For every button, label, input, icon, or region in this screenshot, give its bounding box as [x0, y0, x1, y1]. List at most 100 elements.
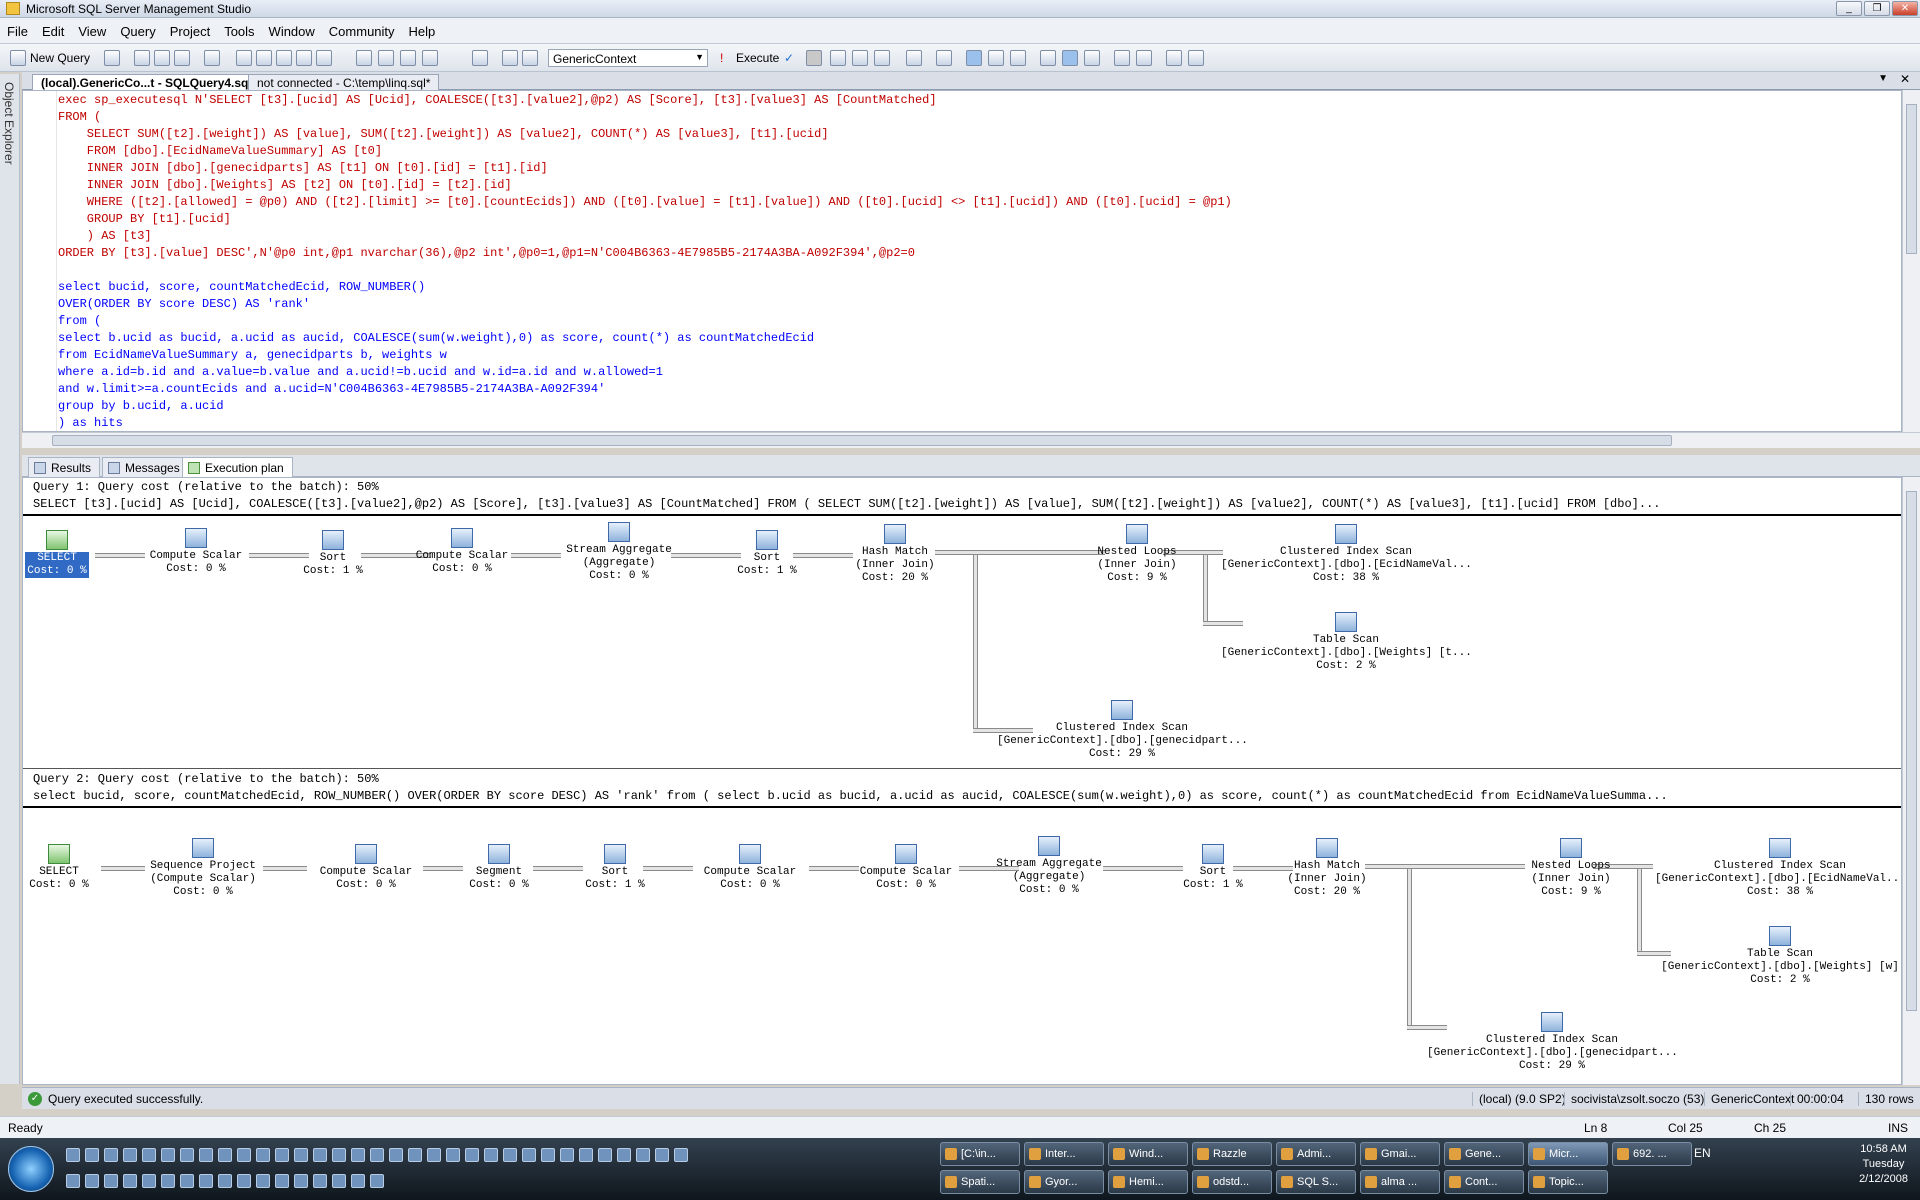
tab-execution-plan[interactable]: Execution plan: [182, 457, 293, 477]
quick-launch-icon[interactable]: [142, 1148, 156, 1162]
dmx-query-icon[interactable]: [174, 50, 190, 66]
quick-launch-icon[interactable]: [370, 1174, 384, 1188]
quick-launch-icon[interactable]: [313, 1174, 327, 1188]
quick-launch-icon[interactable]: [275, 1148, 289, 1162]
decrease-indent-icon[interactable]: [1136, 50, 1152, 66]
quick-launch-icon[interactable]: [237, 1148, 251, 1162]
parse-icon[interactable]: ✓: [784, 51, 794, 65]
quick-launch-icon[interactable]: [560, 1148, 574, 1162]
quick-launch-icon[interactable]: [123, 1148, 137, 1162]
quick-launch-icon[interactable]: [332, 1174, 346, 1188]
properties-icon[interactable]: [422, 50, 438, 66]
q2-node-nested-loops[interactable]: Nested Loops (Inner Join) Cost: 9 %: [1523, 838, 1619, 899]
menu-help[interactable]: Help: [402, 18, 443, 39]
save-all-icon[interactable]: [316, 50, 332, 66]
q1-node-clustered-index-scan[interactable]: Clustered Index Scan [GenericContext].[d…: [1221, 524, 1472, 585]
editor-horizontal-scrollbar[interactable]: [22, 432, 1920, 448]
plan-vertical-scrollbar[interactable]: [1902, 477, 1920, 1085]
quick-launch-icon[interactable]: [199, 1174, 213, 1188]
include-actual-plan-icon[interactable]: [966, 50, 982, 66]
menu-window[interactable]: Window: [262, 18, 322, 39]
taskbar-button[interactable]: SQL S...: [1276, 1170, 1356, 1194]
connect-icon[interactable]: [472, 50, 488, 66]
show-results-pane-icon[interactable]: [1062, 50, 1078, 66]
tab-messages[interactable]: Messages: [102, 457, 189, 477]
quick-launch-icon[interactable]: [123, 1174, 137, 1188]
uncomment-icon[interactable]: [1114, 50, 1130, 66]
object-explorer-sidebar[interactable]: Object Explorer: [0, 74, 20, 1084]
quick-launch-icon[interactable]: [636, 1148, 650, 1162]
q1-node-stream-aggregate[interactable]: Stream Aggregate (Aggregate) Cost: 0 %: [559, 522, 679, 583]
quick-launch-icon[interactable]: [351, 1148, 365, 1162]
editor-hscroll-thumb[interactable]: [52, 435, 1672, 446]
sql-editor[interactable]: exec sp_executesql N'SELECT [t3].[ucid] …: [22, 90, 1902, 432]
quick-launch-icon[interactable]: [294, 1148, 308, 1162]
minimize-button[interactable]: _: [1836, 1, 1862, 16]
taskbar-button[interactable]: Gyor...: [1024, 1170, 1104, 1194]
template-explorer-icon[interactable]: [400, 50, 416, 66]
close-button[interactable]: ✕: [1892, 1, 1918, 16]
q2-node-select[interactable]: SELECT Cost: 0 %: [27, 844, 91, 892]
quick-launch-icon[interactable]: [218, 1174, 232, 1188]
quick-launch-icon[interactable]: [85, 1148, 99, 1162]
taskbar-button[interactable]: Inter...: [1024, 1142, 1104, 1166]
results-to-text-icon[interactable]: [988, 50, 1004, 66]
quick-launch-icon[interactable]: [161, 1148, 175, 1162]
quick-launch-icon[interactable]: [275, 1174, 289, 1188]
specify-values-icon[interactable]: [1188, 50, 1204, 66]
menu-tools[interactable]: Tools: [217, 18, 261, 39]
results-to-grid-icon[interactable]: [1010, 50, 1026, 66]
cancel-query-icon[interactable]: [806, 50, 822, 66]
quick-launch-icon[interactable]: [104, 1148, 118, 1162]
quick-launch-icon[interactable]: [332, 1148, 346, 1162]
open-file-icon[interactable]: [236, 50, 252, 66]
q1-node-sort[interactable]: Sort Cost: 1 %: [301, 530, 365, 578]
taskbar-button[interactable]: Admi...: [1276, 1142, 1356, 1166]
q2-node-sort[interactable]: Sort Cost: 1 %: [1181, 844, 1245, 892]
q2-node-sort[interactable]: Sort Cost: 1 %: [583, 844, 647, 892]
quick-launch-icon[interactable]: [66, 1148, 80, 1162]
quick-launch-icon[interactable]: [237, 1174, 251, 1188]
q2-node-stream-aggregate[interactable]: Stream Aggregate (Aggregate) Cost: 0 %: [989, 836, 1109, 897]
quick-launch-icon[interactable]: [674, 1148, 688, 1162]
database-selector[interactable]: GenericContext ▼: [548, 49, 708, 67]
tab-linq-sql[interactable]: not connected - C:\temp\linq.sql*: [248, 74, 440, 90]
change-connection-icon[interactable]: [502, 50, 518, 66]
start-button[interactable]: [8, 1146, 54, 1192]
q1-node-hash-match[interactable]: Hash Match (Inner Join) Cost: 20 %: [847, 524, 943, 585]
q1-node-table-scan[interactable]: Table Scan [GenericContext].[dbo].[Weigh…: [1221, 612, 1472, 673]
database-engine-query-icon[interactable]: [134, 50, 150, 66]
q2-node-hash-match[interactable]: Hash Match (Inner Join) Cost: 20 %: [1279, 838, 1375, 899]
quick-launch-icon[interactable]: [465, 1148, 479, 1162]
results-to-file-icon[interactable]: [1040, 50, 1056, 66]
q2-node-compute-scalar[interactable]: Compute Scalar Cost: 0 %: [695, 844, 805, 892]
quick-launch-icon[interactable]: [180, 1148, 194, 1162]
quick-launch-icon[interactable]: [218, 1148, 232, 1162]
close-tab-icon[interactable]: ✕: [1900, 72, 1910, 86]
client-statistics-icon[interactable]: [936, 50, 952, 66]
editor-scroll-thumb[interactable]: [1906, 104, 1917, 254]
system-tray-icons[interactable]: [1740, 1144, 1830, 1192]
object-explorer-icon[interactable]: [378, 50, 394, 66]
intellisense-icon[interactable]: [906, 50, 922, 66]
query-designer-icon[interactable]: [852, 50, 868, 66]
taskbar-button[interactable]: [C:\in...: [940, 1142, 1020, 1166]
quick-launch-icon[interactable]: [427, 1148, 441, 1162]
quick-launch-icon[interactable]: [313, 1148, 327, 1162]
plan-scroll-thumb[interactable]: [1906, 491, 1917, 1011]
maximize-button[interactable]: ❐: [1864, 1, 1890, 16]
quick-launch-icon[interactable]: [142, 1174, 156, 1188]
tab-menu-chevron-icon[interactable]: ▼: [1878, 73, 1888, 84]
execute-icon[interactable]: !: [720, 51, 723, 65]
taskbar-button[interactable]: odstd...: [1192, 1170, 1272, 1194]
quick-launch-icon[interactable]: [66, 1174, 80, 1188]
new-file-icon[interactable]: [104, 50, 120, 66]
query-options-icon[interactable]: [874, 50, 890, 66]
taskbar-button[interactable]: 692. ...: [1612, 1142, 1692, 1166]
quick-launch-icon[interactable]: [446, 1148, 460, 1162]
comment-icon[interactable]: [1084, 50, 1100, 66]
q1-node-clustered-index-scan[interactable]: Clustered Index Scan [GenericContext].[d…: [997, 700, 1248, 761]
taskbar-button[interactable]: Micr...: [1528, 1142, 1608, 1166]
language-indicator[interactable]: EN: [1694, 1146, 1711, 1160]
execute-button[interactable]: Execute: [736, 51, 779, 65]
